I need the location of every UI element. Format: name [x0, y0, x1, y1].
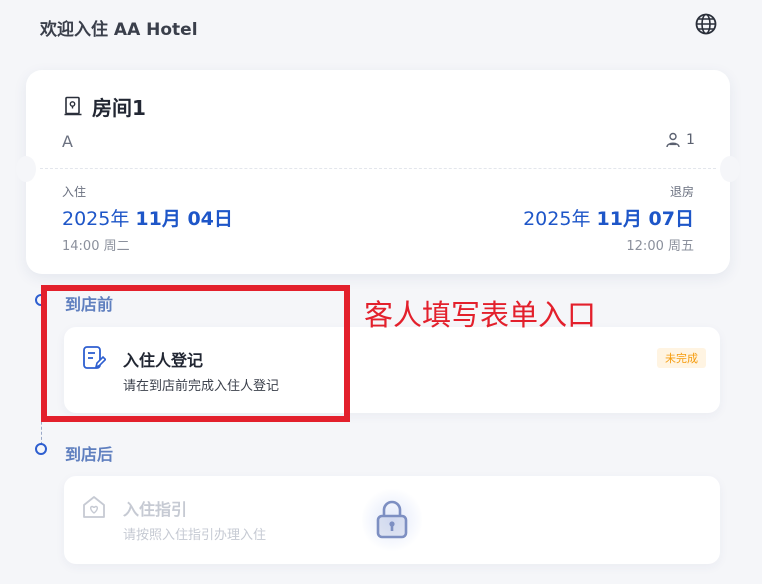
timeline-line [41, 300, 42, 450]
checkin-year: 2025年 [62, 208, 130, 230]
stage-before-label: 到店前 [65, 295, 114, 314]
task-title: 入住指引 [123, 500, 188, 519]
checkout-year: 2025年 [523, 208, 591, 230]
task-title: 入住人登记 [123, 351, 204, 370]
header: 欢迎入住 AA Hotel [0, 0, 762, 52]
house-heart-icon [83, 496, 105, 518]
task-subtitle: 请按照入住指引办理入住 [123, 528, 267, 543]
lock-icon [376, 500, 408, 539]
room-card: 房间1 A 1 入住 退房 2025年 11月 04日 2025年 11月 07… [16, 70, 740, 274]
status-badge: 未完成 [657, 348, 706, 368]
room-type: A [62, 132, 73, 151]
checkin-time: 14:00 周二 [62, 239, 130, 254]
checkout-label: 退房 [669, 185, 694, 199]
checkin-guide-card: 入住指引 请按照入住指引办理入住 [64, 476, 720, 564]
timeline-dot-before [35, 294, 47, 306]
checkin-date: 2025年 11月 04日 [62, 204, 233, 231]
page-title: 欢迎入住 AA Hotel [40, 20, 198, 40]
task-subtitle: 请在到店前完成入住人登记 [123, 379, 280, 394]
annotation-text: 客人填写表单入口 [364, 298, 597, 332]
globe-icon[interactable] [694, 12, 718, 36]
checkout-date: 2025年 11月 07日 [523, 204, 694, 231]
timeline-dot-after [35, 443, 47, 455]
guest-icon [666, 132, 680, 148]
checkin-label: 入住 [62, 185, 87, 199]
divider [40, 168, 716, 169]
room-door-icon [64, 96, 82, 116]
guest-count: 1 [686, 132, 695, 148]
ticket-notch-right [720, 156, 740, 182]
stage-after-label: 到店后 [65, 445, 114, 464]
checkout-day: 11月 07日 [596, 208, 695, 230]
room-name: 房间1 [92, 96, 146, 120]
ticket-notch-left [16, 156, 36, 182]
guest-registration-card[interactable]: 入住人登记 请在到店前完成入住人登记 未完成 [64, 327, 720, 413]
form-edit-icon [83, 346, 106, 369]
checkout-time: 12:00 周五 [626, 239, 694, 254]
checkin-day: 11月 04日 [135, 208, 233, 230]
